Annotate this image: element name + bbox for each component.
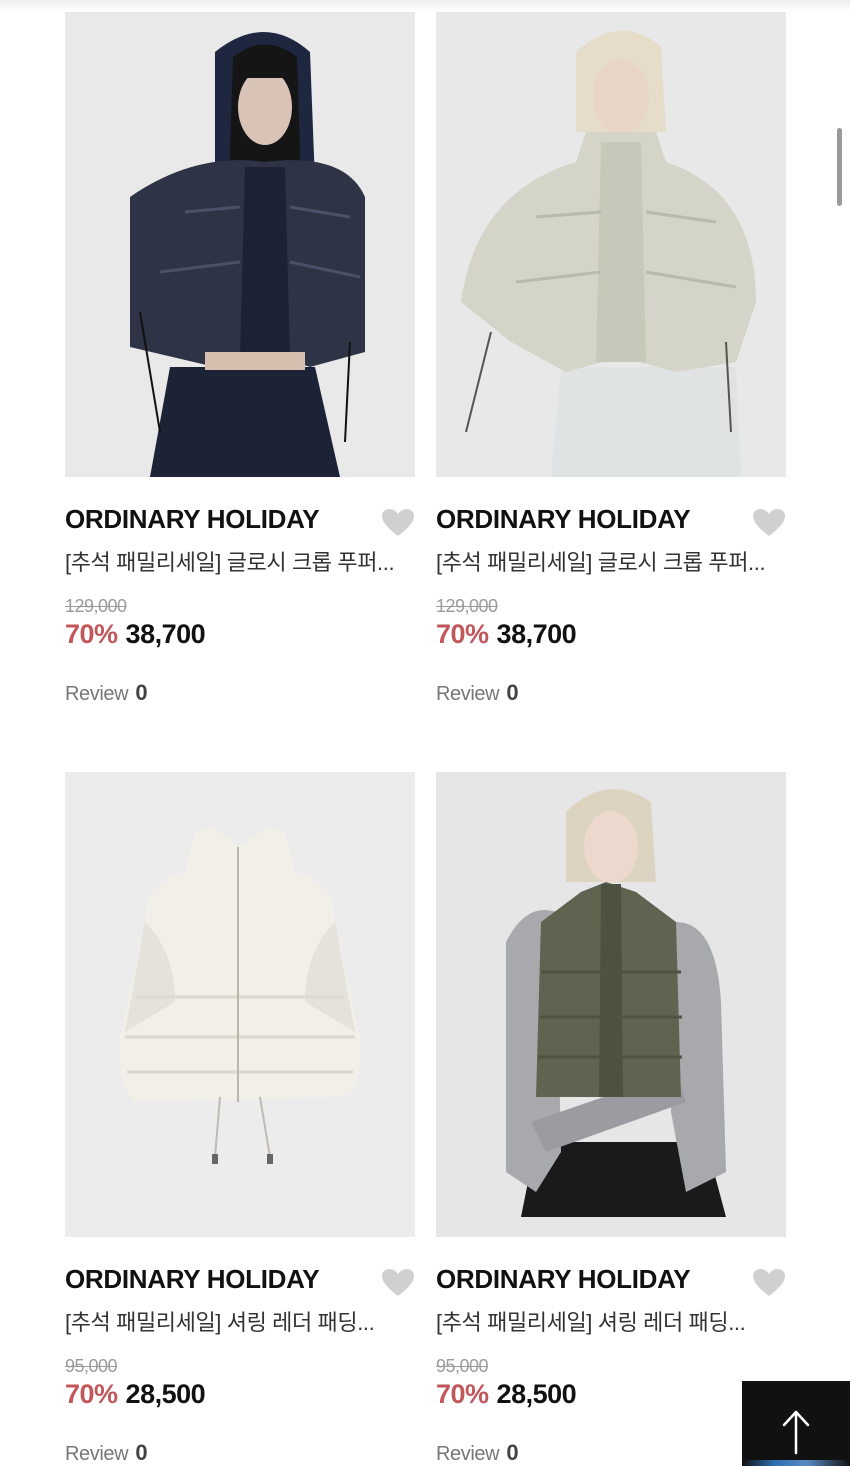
sale-price: 28,500 — [125, 1379, 206, 1409]
original-price: 95,000 — [65, 1356, 118, 1376]
review-label: Review — [65, 1443, 129, 1465]
original-price: 95,000 — [436, 1356, 489, 1376]
review-label: Review — [436, 1443, 500, 1465]
review-info: Review 0 — [65, 680, 148, 706]
product-title[interactable]: [추석 패밀리세일] 글로시 크롭 푸퍼... — [436, 545, 786, 577]
heart-icon[interactable] — [381, 1268, 415, 1298]
product-image[interactable] — [65, 12, 415, 477]
arrow-up-icon — [782, 1410, 810, 1455]
product-brand[interactable]: ORDINARY HOLIDAY — [65, 504, 320, 535]
bottom-tab-indicator — [742, 1460, 850, 1466]
sale-price: 38,700 — [125, 619, 206, 649]
review-info: Review 0 — [65, 1440, 148, 1466]
review-label: Review — [65, 683, 129, 705]
sale-price: 38,700 — [496, 619, 577, 649]
review-count: 0 — [135, 1440, 148, 1465]
product-brand[interactable]: ORDINARY HOLIDAY — [436, 504, 691, 535]
review-label: Review — [436, 683, 500, 705]
product-brand[interactable]: ORDINARY HOLIDAY — [65, 1264, 320, 1295]
discount-rate: 70% — [436, 1379, 489, 1409]
heart-icon[interactable] — [752, 1268, 786, 1298]
sale-price: 28,500 — [496, 1379, 577, 1409]
price-row: 70% 38,700 — [65, 619, 206, 650]
product-title[interactable]: [추석 패밀리세일] 셔링 레더 패딩... — [65, 1305, 415, 1337]
product-grid: ORDINARY HOLIDAY [추석 패밀리세일] 글로시 크롭 푸퍼...… — [0, 0, 850, 1466]
product-image[interactable] — [65, 772, 415, 1237]
product-title[interactable]: [추석 패밀리세일] 셔링 레더 패딩... — [436, 1305, 786, 1337]
heart-icon[interactable] — [752, 508, 786, 538]
heart-icon[interactable] — [381, 508, 415, 538]
review-count: 0 — [135, 680, 148, 705]
price-row: 70% 38,700 — [436, 619, 577, 650]
review-count: 0 — [506, 680, 519, 705]
discount-rate: 70% — [65, 1379, 118, 1409]
price-row: 70% 28,500 — [436, 1379, 577, 1410]
product-image[interactable] — [436, 12, 786, 477]
review-count: 0 — [506, 1440, 519, 1465]
scroll-to-top-button[interactable] — [742, 1381, 850, 1466]
scrollbar-thumb[interactable] — [837, 128, 842, 206]
product-title[interactable]: [추석 패밀리세일] 글로시 크롭 푸퍼... — [65, 545, 415, 577]
price-row: 70% 28,500 — [65, 1379, 206, 1410]
original-price: 129,000 — [65, 596, 127, 616]
review-info: Review 0 — [436, 680, 519, 706]
discount-rate: 70% — [65, 619, 118, 649]
discount-rate: 70% — [436, 619, 489, 649]
product-brand[interactable]: ORDINARY HOLIDAY — [436, 1264, 691, 1295]
review-info: Review 0 — [436, 1440, 519, 1466]
product-image[interactable] — [436, 772, 786, 1237]
original-price: 129,000 — [436, 596, 498, 616]
